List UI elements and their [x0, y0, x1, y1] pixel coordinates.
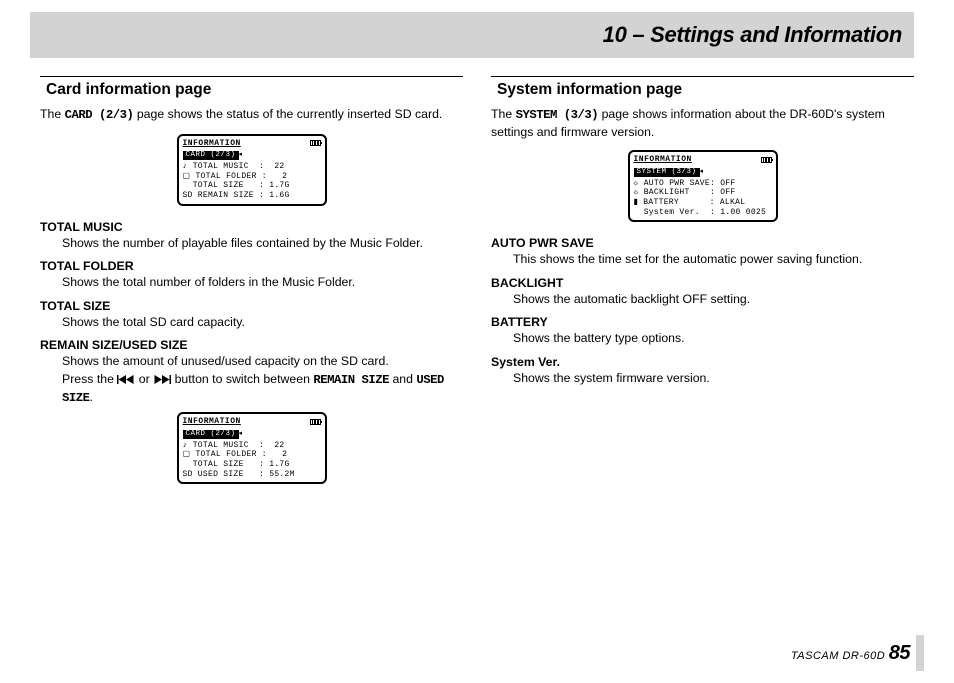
card-intro: The CARD (2/3) page shows the status of …: [40, 106, 463, 124]
text: page shows the status of the currently i…: [133, 107, 442, 121]
desc-backlight: Shows the automatic backlight OFF settin…: [491, 291, 914, 308]
lcd-line: ▢ TOTAL FOLDER : 2: [183, 450, 321, 460]
code-card-page: CARD (2/3): [65, 108, 134, 122]
lcd-line: SD REMAIN SIZE : 1.6G: [183, 191, 321, 201]
text: The: [491, 107, 516, 121]
lcd-subtitle: CARD (2/3): [183, 430, 239, 439]
lcd-line: System Ver. : 1.00 0025: [634, 208, 772, 218]
text: .: [90, 390, 93, 404]
desc-total-size: Shows the total SD card capacity.: [40, 314, 463, 331]
footer-accent: [916, 635, 924, 671]
rewind-icon: [117, 375, 135, 384]
lcd-title: INFORMATION: [634, 155, 692, 165]
section-title-system: System information page: [491, 76, 914, 103]
desc-battery: Shows the battery type options.: [491, 330, 914, 347]
text: button to switch between: [171, 372, 313, 386]
system-intro: The SYSTEM (3/3) page shows information …: [491, 106, 914, 140]
lcd-title: INFORMATION: [183, 417, 241, 427]
page-footer: TASCAM DR-60D 85: [791, 642, 910, 665]
lcd-line: SD USED SIZE : 55.2M: [183, 470, 321, 480]
left-column: Card information page The CARD (2/3) pag…: [40, 76, 463, 498]
battery-icon: [761, 157, 772, 163]
term-backlight: BACKLIGHT: [491, 276, 914, 290]
desc-total-folder: Shows the total number of folders in the…: [40, 274, 463, 291]
term-system-ver: System Ver.: [491, 355, 914, 369]
code-system-page: SYSTEM (3/3): [516, 108, 599, 122]
fast-forward-icon: [153, 375, 171, 384]
page-content: Card information page The CARD (2/3) pag…: [0, 58, 954, 498]
lcd-line: ☼ AUTO PWR SAVE: OFF: [634, 179, 772, 189]
battery-icon: [310, 419, 321, 425]
arrow-icon: ◂: [239, 151, 243, 159]
lcd-screenshot-card-remain: INFORMATION CARD (2/3)◂ ♪ TOTAL MUSIC : …: [40, 134, 463, 206]
term-total-size: TOTAL SIZE: [40, 299, 463, 313]
desc-remain-used-1: Shows the amount of unused/used capacity…: [40, 353, 463, 370]
lcd-frame: INFORMATION SYSTEM (3/3)◂ ☼ AUTO PWR SAV…: [628, 150, 778, 222]
desc-remain-used-2: Press the or button to switch between RE…: [40, 371, 463, 406]
lcd-line: TOTAL SIZE : 1.7G: [183, 181, 321, 191]
lcd-line: ▮ BATTERY : ALKAL: [634, 198, 772, 208]
lcd-line: ☼ BACKLIGHT : OFF: [634, 188, 772, 198]
lcd-screenshot-system: INFORMATION SYSTEM (3/3)◂ ☼ AUTO PWR SAV…: [491, 150, 914, 222]
lcd-line: ▢ TOTAL FOLDER : 2: [183, 172, 321, 182]
code-remain-size: REMAIN SIZE: [313, 373, 389, 387]
desc-auto-pwr-save: This shows the time set for the automati…: [491, 251, 914, 268]
footer-brand: TASCAM DR-60D: [791, 650, 889, 662]
lcd-screenshot-card-used: INFORMATION CARD (2/3)◂ ♪ TOTAL MUSIC : …: [40, 412, 463, 484]
term-total-music: TOTAL MUSIC: [40, 220, 463, 234]
section-title-card: Card information page: [40, 76, 463, 103]
lcd-line: ♪ TOTAL MUSIC : 22: [183, 162, 321, 172]
lcd-line: TOTAL SIZE : 1.7G: [183, 460, 321, 470]
lcd-frame: INFORMATION CARD (2/3)◂ ♪ TOTAL MUSIC : …: [177, 134, 327, 206]
lcd-subtitle: CARD (2/3): [183, 151, 239, 160]
right-column: System information page The SYSTEM (3/3)…: [491, 76, 914, 498]
chapter-header: 10 – Settings and Information: [30, 12, 914, 58]
lcd-subtitle: SYSTEM (3/3): [634, 168, 700, 177]
desc-system-ver: Shows the system firmware version.: [491, 370, 914, 387]
term-remain-used: REMAIN SIZE/USED SIZE: [40, 338, 463, 352]
battery-icon: [310, 140, 321, 146]
text: or: [135, 372, 153, 386]
text: Press the: [62, 372, 117, 386]
chapter-title: 10 – Settings and Information: [603, 22, 902, 48]
lcd-title: INFORMATION: [183, 139, 241, 149]
term-total-folder: TOTAL FOLDER: [40, 259, 463, 273]
text: The: [40, 107, 65, 121]
page-number: 85: [889, 642, 910, 664]
term-auto-pwr-save: AUTO PWR SAVE: [491, 236, 914, 250]
arrow-icon: ◂: [239, 430, 243, 438]
term-battery: BATTERY: [491, 315, 914, 329]
arrow-icon: ◂: [700, 168, 704, 176]
text: and: [389, 372, 416, 386]
desc-total-music: Shows the number of playable files conta…: [40, 235, 463, 252]
lcd-line: ♪ TOTAL MUSIC : 22: [183, 441, 321, 451]
lcd-frame: INFORMATION CARD (2/3)◂ ♪ TOTAL MUSIC : …: [177, 412, 327, 484]
